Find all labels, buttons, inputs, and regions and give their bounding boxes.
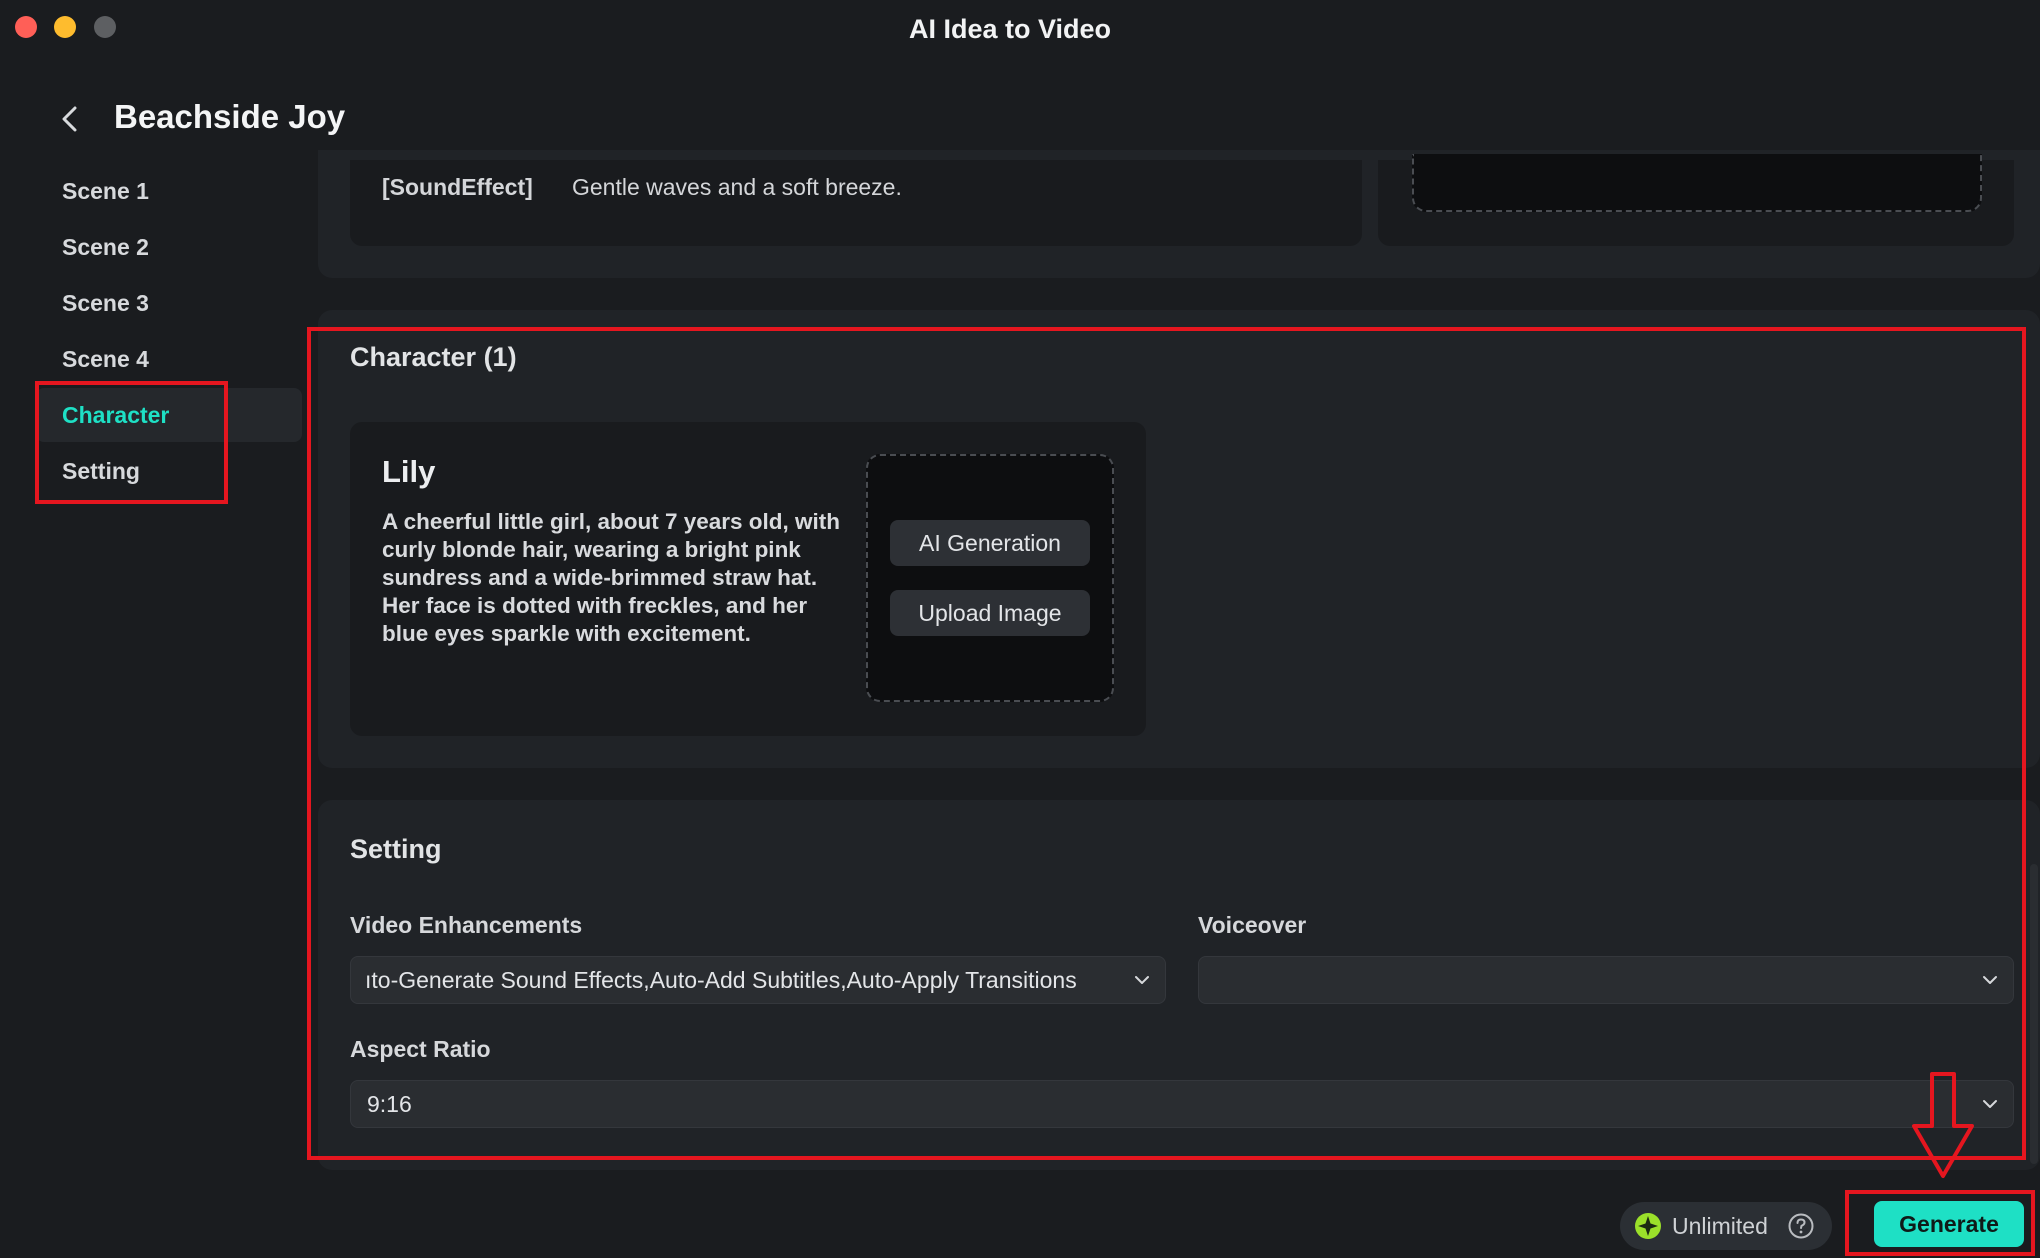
sidebar-item-scene-3[interactable]: Scene 3 xyxy=(36,276,302,330)
sidebar-item-scene-2[interactable]: Scene 2 xyxy=(36,220,302,274)
annotation-arrow-down-icon xyxy=(1912,1072,1974,1178)
back-arrow-icon[interactable] xyxy=(56,104,86,134)
sidebar-item-scene-1[interactable]: Scene 1 xyxy=(36,164,302,218)
annotation-box-generate xyxy=(1845,1190,2035,1256)
page-title: Beachside Joy xyxy=(114,98,346,135)
scene-media-dropzone[interactable] xyxy=(1412,154,1982,212)
annotation-box-sidebar xyxy=(35,381,228,504)
sidebar-item-scene-4[interactable]: Scene 4 xyxy=(36,332,302,386)
help-icon[interactable] xyxy=(1788,1213,1814,1239)
sound-effect-tag: [SoundEffect] xyxy=(382,174,533,200)
scrollbar-thumb[interactable] xyxy=(2030,864,2038,1164)
scene-media-card xyxy=(1378,154,2014,246)
scene-audio-card: [SoundEffect] Gentle waves and a soft br… xyxy=(350,160,1362,246)
annotation-box-main xyxy=(307,327,2026,1160)
unlimited-badge[interactable]: Unlimited xyxy=(1620,1202,1832,1250)
unlimited-label: Unlimited xyxy=(1672,1213,1768,1239)
sound-effect-text: Gentle waves and a soft breeze. xyxy=(572,174,902,200)
sparkle-icon xyxy=(1635,1213,1661,1239)
window-title: AI Idea to Video xyxy=(908,14,1112,44)
